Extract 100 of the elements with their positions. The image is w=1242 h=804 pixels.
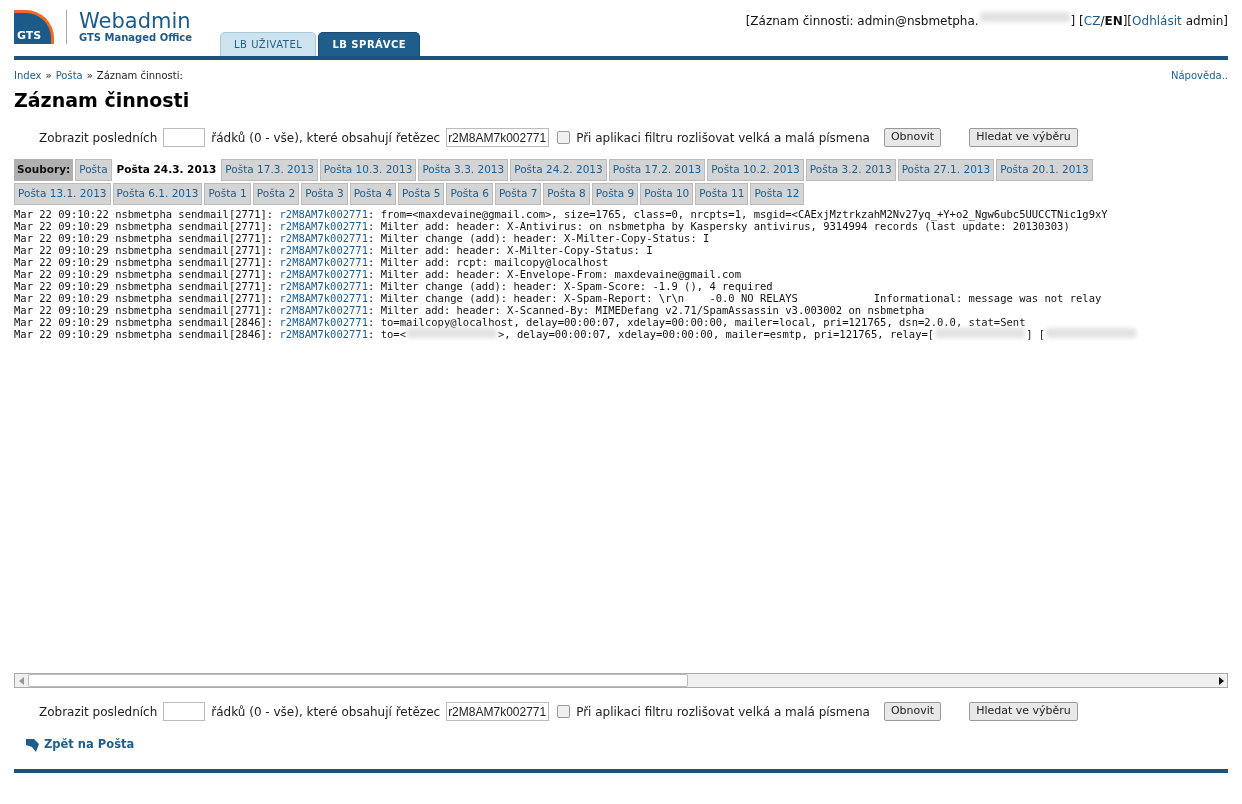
- message-id-link[interactable]: r2M8AM7k002771: [279, 292, 369, 304]
- file-tab[interactable]: Pošta 10.2. 2013: [707, 159, 804, 181]
- case-label: Při aplikaci filtru rozlišovat velká a malá písmena: [576, 703, 870, 721]
- page-title: Záznam činnosti: [14, 88, 191, 112]
- log-message: : Milter add: header: X-Antivirus: on nsbmetpha by Kaspersky antivirus, 9314994 records (last update: 20130303): [368, 220, 1070, 232]
- case-label: Při aplikaci filtru rozlišovat velká a malá písmena: [576, 129, 870, 147]
- language-link[interactable]: CZ: [1083, 12, 1101, 30]
- logo-text: GTS: [17, 30, 42, 41]
- log-message: : from=<maxdevaine@gmail.com>, size=1765, class=0, nrcpts=1, msgid=<CAExjMztrkzahM2Nv27yq_+Y+o2_Ngw6ubc5UUCCTNic1g9xY: [368, 208, 1108, 220]
- search-button[interactable]: Hledat ve výběru: [969, 128, 1078, 147]
- help-link[interactable]: Nápověda..: [1171, 68, 1228, 83]
- file-tab[interactable]: Pošta 20.1. 2013: [996, 159, 1093, 181]
- log-message: >, delay=00:00:07, xdelay=00:00:00, mailer=esmtp, pri=121765, relay=[: [497, 328, 935, 340]
- refresh-button[interactable]: Obnovit: [883, 128, 942, 147]
- file-tab[interactable]: Pošta 11: [695, 183, 749, 205]
- log-prefix: Mar 22 09:10:29 nsbmetpha sendmail[2771]:: [14, 268, 275, 280]
- file-tab[interactable]: Pošta 13.1. 2013: [14, 183, 111, 205]
- file-tab[interactable]: Pošta 24.2. 2013: [510, 159, 607, 181]
- log-prefix: Mar 22 09:10:29 nsbmetpha sendmail[2846]:: [14, 316, 275, 328]
- separator: /: [1100, 13, 1105, 30]
- message-id-link[interactable]: r2M8AM7k002771: [279, 328, 369, 340]
- log-message: : to=mailcopy@localhost, delay=00:00:07, xdelay=00:00:00, mailer=local, pri=121765, dsn=2.0.0, stat=Sent: [368, 316, 1026, 328]
- filter-label: řádků (0 - vše), které obsahují řetězec: [211, 703, 441, 721]
- message-id-link[interactable]: r2M8AM7k002771: [279, 220, 369, 232]
- log-message: : Milter add: header: X-Milter-Copy-Status: I: [368, 244, 653, 256]
- log-prefix: Mar 22 09:10:29 nsbmetpha sendmail[2771]:: [14, 220, 275, 232]
- breadcrumb-text: »: [45, 69, 52, 83]
- logout-link[interactable]: Odhlásit: [1132, 12, 1182, 30]
- breadcrumb-text: Záznam činnosti:: [96, 69, 183, 83]
- file-tab[interactable]: Pošta 1: [204, 183, 251, 205]
- message-id-link[interactable]: r2M8AM7k002771: [279, 232, 369, 244]
- log-prefix: Mar 22 09:10:22 nsbmetpha sendmail[2771]:: [14, 208, 275, 220]
- log-prefix: Mar 22 09:10:29 nsbmetpha sendmail[2771]:: [14, 292, 275, 304]
- file-tab[interactable]: Pošta 17.2. 2013: [608, 159, 706, 181]
- log-prefix: Mar 22 09:10:29 nsbmetpha sendmail[2771]:: [14, 304, 275, 316]
- breadcrumb-text: »: [86, 69, 93, 83]
- log-message: : Milter add: rcpt: mailcopy@localhost: [368, 256, 609, 268]
- log-prefix: Mar 22 09:10:29 nsbmetpha sendmail[2771]:: [14, 256, 275, 268]
- file-tab[interactable]: Pošta 17.3. 2013: [221, 159, 318, 181]
- back-link[interactable]: Zpět na Pošta: [44, 736, 135, 754]
- message-id-link[interactable]: r2M8AM7k002771: [279, 280, 369, 292]
- log-prefix: Mar 22 09:10:29 nsbmetpha sendmail[2771]:: [14, 244, 275, 256]
- file-tab[interactable]: Pošta 6: [446, 183, 493, 205]
- log-message: : Milter add: header: X-Scanned-By: MIMEDefang v2.71/SpamAssassin v3.003002 on nsbmetpha: [368, 304, 925, 316]
- file-tab[interactable]: Pošta 7: [494, 183, 542, 205]
- session-text: [Záznam činnosti: admin@nsbmetpha.: [745, 13, 979, 30]
- message-id-link[interactable]: r2M8AM7k002771: [279, 304, 369, 316]
- log-message: : Milter add: header: X-Envelope-From: maxdevaine@gmail.com: [368, 268, 741, 280]
- file-tab[interactable]: Pošta 3.2. 2013: [805, 159, 896, 181]
- nav-tab[interactable]: LB UŽIVATEL: [220, 32, 317, 56]
- log-message: ] [: [1026, 328, 1046, 340]
- nav-tab[interactable]: LB SPRÁVCE: [318, 32, 421, 56]
- file-tab[interactable]: Pošta 4: [349, 183, 397, 205]
- session-text: ] [: [1070, 13, 1084, 30]
- active-language: EN: [1104, 13, 1123, 30]
- breadcrumb-link[interactable]: Index: [14, 68, 42, 83]
- logo-title: Webadmin: [79, 10, 192, 32]
- refresh-button[interactable]: Obnovit: [883, 702, 942, 721]
- file-tab[interactable]: Pošta: [75, 159, 112, 181]
- file-tab[interactable]: Pošta 5: [398, 183, 445, 205]
- file-tab[interactable]: Pošta 10: [640, 183, 694, 205]
- message-id-link[interactable]: r2M8AM7k002771: [279, 256, 369, 268]
- message-id-link[interactable]: r2M8AM7k002771: [279, 268, 369, 280]
- message-id-link[interactable]: r2M8AM7k002771: [279, 208, 369, 220]
- log-message: : Milter change (add): header: X-Spam-Score: -1.9 (), 4 required: [368, 280, 773, 292]
- breadcrumb-link[interactable]: Pošta: [55, 68, 83, 83]
- file-tab[interactable]: Pošta 27.1. 2013: [897, 159, 995, 181]
- log-prefix: Mar 22 09:10:29 nsbmetpha sendmail[2846]:: [14, 328, 275, 340]
- file-tab[interactable]: Pošta 12: [750, 183, 804, 205]
- message-id-link[interactable]: r2M8AM7k002771: [279, 244, 369, 256]
- case-checkbox[interactable]: [557, 131, 571, 144]
- file-tab[interactable]: Pošta 6.1. 2013: [112, 183, 203, 205]
- scroll-thumb[interactable]: [28, 674, 688, 687]
- separator: ][: [1122, 13, 1133, 30]
- log-prefix: Mar 22 09:10:29 nsbmetpha sendmail[2771]:: [14, 232, 275, 244]
- file-tab[interactable]: Pošta 2: [252, 183, 300, 205]
- search-field[interactable]: r2M8AM7k002771: [446, 128, 550, 147]
- file-tab[interactable]: Pošta 3.3. 2013: [418, 159, 509, 181]
- filter-label: řádků (0 - vše), které obsahují řetězec: [211, 129, 441, 147]
- lines-field[interactable]: [163, 702, 206, 721]
- logo-subtitle: GTS Managed Office: [79, 32, 193, 44]
- case-checkbox[interactable]: [557, 705, 571, 718]
- back-arrow-icon: [24, 736, 40, 753]
- file-tab[interactable]: Pošta 3: [301, 183, 348, 205]
- horizontal-scrollbar[interactable]: [14, 673, 1228, 688]
- log-message: : to=<: [368, 328, 406, 340]
- message-id-link[interactable]: r2M8AM7k002771: [279, 316, 369, 328]
- file-tab[interactable]: Pošta 10.3. 2013: [319, 159, 417, 181]
- file-tab[interactable]: Pošta 8: [543, 183, 590, 205]
- filter-label: Zobrazit posledních: [39, 703, 158, 721]
- log-message: : Milter change (add): header: X-Milter-Copy-Status: I: [368, 232, 710, 244]
- search-button[interactable]: Hledat ve výběru: [969, 702, 1078, 721]
- file-tab[interactable]: Pošta 9: [591, 183, 639, 205]
- search-field[interactable]: r2M8AM7k002771: [446, 702, 550, 721]
- log-message: : Milter change (add): header: X-Spam-Report: \r\n -0.0 NO RELAYS Informational: message was not relay: [368, 292, 1102, 304]
- filter-label: Zobrazit posledních: [39, 129, 158, 147]
- user-name: admin]: [1185, 13, 1228, 30]
- log-prefix: Mar 22 09:10:29 nsbmetpha sendmail[2771]:: [14, 280, 275, 292]
- files-label: Soubory:: [14, 159, 74, 181]
- lines-field[interactable]: [163, 128, 206, 147]
